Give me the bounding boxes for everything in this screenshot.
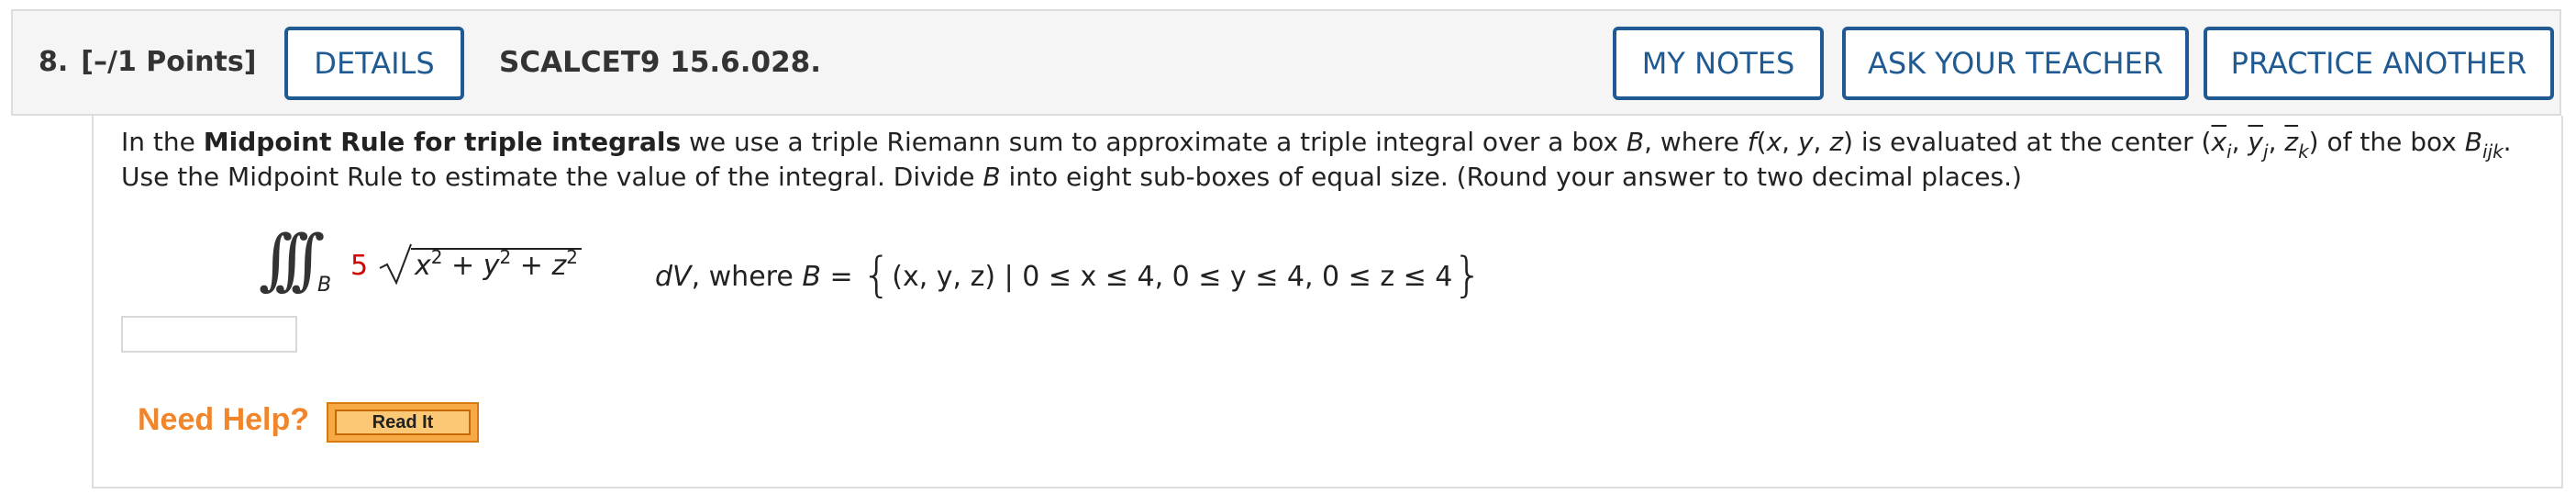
radicand: x2 + y2 + z2: [411, 248, 582, 282]
read-it-label: Read It: [335, 410, 471, 435]
answer-input[interactable]: [121, 316, 297, 353]
read-it-button[interactable]: Read It: [327, 402, 479, 443]
problem-statement: In the Midpoint Rule for triple integral…: [121, 127, 2512, 192]
question-label: 8. [–/1 Points]: [39, 46, 256, 78]
question-body: In the Midpoint Rule for triple integral…: [92, 116, 2563, 488]
integral-domain: dV, where B = {(x, y, z) | 0 ≤ x ≤ 4, 0 …: [655, 248, 1483, 303]
triple-integral-symbol: ∫∫∫: [259, 220, 325, 298]
ask-your-teacher-button[interactable]: ASK YOUR TEACHER: [1842, 27, 2189, 100]
practice-another-button[interactable]: PRACTICE ANOTHER: [2204, 27, 2554, 100]
integral-region: B: [317, 274, 332, 297]
question-points: [–/1 Points]: [81, 46, 257, 78]
square-root-icon: [379, 243, 412, 286]
my-notes-button[interactable]: MY NOTES: [1613, 27, 1824, 100]
question-number: 8.: [39, 46, 69, 78]
need-help-label: Need Help?: [138, 402, 310, 437]
question-header: 8. [–/1 Points] DETAILS SCALCET9 15.6.028…: [11, 9, 2561, 116]
question-reference: SCALCET9 15.6.028.: [499, 46, 822, 79]
coefficient: 5: [350, 250, 369, 282]
details-button[interactable]: DETAILS: [284, 27, 464, 100]
